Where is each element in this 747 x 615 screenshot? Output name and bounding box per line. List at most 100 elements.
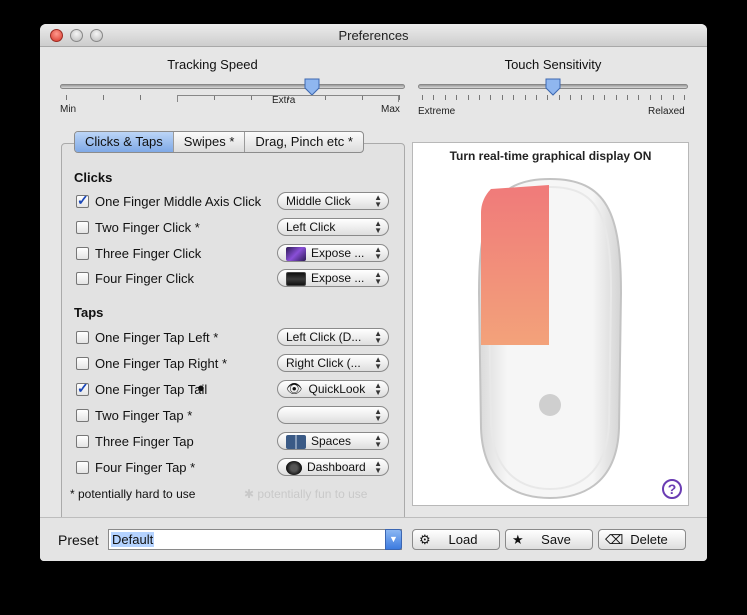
popup-three-finger-click[interactable]: Expose ... ▲ ▼ bbox=[277, 244, 389, 262]
checkbox-one-finger-middle-click[interactable] bbox=[76, 192, 89, 209]
popup-one-finger-tap-left[interactable]: Left Click (D... ▲ ▼ bbox=[277, 328, 389, 346]
spaces-icon bbox=[286, 434, 306, 449]
preset-combobox[interactable]: Default ▼ bbox=[108, 529, 402, 550]
row-label: Two Finger Click * bbox=[95, 219, 200, 235]
eye-icon: 👁 bbox=[286, 381, 303, 396]
checkbox-two-finger-click[interactable] bbox=[76, 220, 89, 234]
expose-desktop-icon bbox=[286, 271, 306, 286]
slider-tick bbox=[581, 95, 583, 100]
row-label: One Finger Tap Tail bbox=[95, 381, 208, 397]
slider-tick bbox=[524, 95, 526, 100]
row-label: One Finger Tap Right * bbox=[95, 355, 227, 371]
popup-four-finger-tap[interactable]: Dashboard ▲ ▼ bbox=[277, 458, 389, 476]
delete-button[interactable]: ⌫ Delete bbox=[598, 529, 686, 550]
checkbox-three-finger-click[interactable] bbox=[76, 246, 89, 260]
row-label: Four Finger Tap * bbox=[95, 459, 196, 475]
popup-four-finger-click[interactable]: Expose ... ▲ ▼ bbox=[277, 269, 389, 287]
tap-row-one-finger-right: One Finger Tap Right * bbox=[76, 354, 227, 372]
updown-arrows-icon: ▲ ▼ bbox=[374, 381, 382, 397]
tab-drag-pinch[interactable]: Drag, Pinch etc * bbox=[245, 132, 363, 152]
tracking-speed-slider[interactable] bbox=[60, 84, 405, 89]
checkbox-four-finger-tap[interactable] bbox=[76, 460, 89, 474]
bottom-bar: Preset Default ▼ ⚙ Load ★ Save ⌫ Delete bbox=[40, 517, 707, 561]
touch-sensitivity-knob[interactable] bbox=[545, 78, 561, 96]
row-label: Three Finger Tap bbox=[95, 433, 194, 449]
popup-value: Middle Click bbox=[286, 194, 351, 208]
slider-tick bbox=[661, 95, 663, 100]
slider-tick bbox=[649, 95, 651, 100]
slider-tick bbox=[66, 95, 67, 100]
window-title: Preferences bbox=[338, 28, 409, 43]
touch-sensitivity-ticks bbox=[422, 95, 685, 101]
slider-tick bbox=[638, 95, 640, 100]
save-button[interactable]: ★ Save bbox=[505, 529, 593, 550]
slider-tick bbox=[478, 95, 480, 100]
realtime-display-toggle[interactable]: Turn real-time graphical display ON bbox=[413, 149, 688, 163]
popup-value: Dashboard bbox=[307, 460, 366, 474]
touch-extreme-label: Extreme bbox=[418, 106, 456, 117]
footnote-fun-to-use: ✱ potentially fun to use bbox=[244, 487, 367, 501]
updown-arrows-icon: ▲ ▼ bbox=[374, 193, 382, 209]
updown-arrows-icon: ▲ ▼ bbox=[374, 355, 382, 371]
load-label: Load bbox=[448, 532, 478, 547]
load-button[interactable]: ⚙ Load bbox=[412, 529, 500, 550]
clicks-section-title: Clicks bbox=[74, 170, 113, 185]
tracking-max-label: Max bbox=[381, 104, 400, 115]
tracking-min-label: Min bbox=[60, 104, 77, 115]
slider-tick bbox=[467, 95, 469, 100]
title-bar[interactable]: Preferences bbox=[40, 24, 707, 47]
updown-arrows-icon: ▲ ▼ bbox=[374, 219, 382, 235]
updown-arrows-icon: ▲ ▼ bbox=[374, 270, 382, 286]
touch-relaxed-label: Relaxed bbox=[648, 106, 685, 117]
popup-two-finger-click[interactable]: Left Click ▲ ▼ bbox=[277, 218, 389, 236]
slider-tick bbox=[592, 95, 594, 100]
preset-value[interactable]: Default bbox=[111, 532, 155, 547]
fun-star-icon: ✱ bbox=[244, 487, 258, 501]
popup-one-finger-tap-right[interactable]: Right Click (... ▲ ▼ bbox=[277, 354, 389, 372]
row-label: One Finger Middle Axis Click bbox=[95, 193, 262, 209]
tap-row-one-finger-left: One Finger Tap Left * bbox=[76, 328, 218, 346]
slider-tick bbox=[535, 95, 537, 100]
popup-value: Left Click bbox=[286, 220, 336, 234]
slider-tick bbox=[103, 95, 104, 100]
slider-tick bbox=[140, 95, 141, 100]
tracking-speed-knob[interactable] bbox=[304, 78, 320, 96]
save-label: Save bbox=[541, 532, 571, 547]
click-row-two-finger: Two Finger Click * bbox=[76, 218, 200, 236]
checkbox-three-finger-tap[interactable] bbox=[76, 434, 89, 448]
popup-value: Expose ... bbox=[311, 246, 365, 260]
slider-tick bbox=[513, 95, 515, 100]
expose-icon bbox=[286, 246, 306, 261]
tap-row-three-finger: Three Finger Tap bbox=[76, 432, 194, 450]
dashboard-icon bbox=[286, 460, 302, 475]
magic-mouse-image bbox=[477, 177, 623, 500]
checkbox-one-finger-tap-right[interactable] bbox=[76, 356, 89, 370]
taps-section-title: Taps bbox=[74, 305, 104, 320]
slider-tick bbox=[422, 95, 423, 100]
popup-one-finger-tap-tail[interactable]: 👁 QuickLook ▲ ▼ bbox=[277, 380, 389, 398]
checkbox-four-finger-click[interactable] bbox=[76, 271, 89, 285]
popup-value: Right Click (... bbox=[286, 356, 361, 370]
checkbox-two-finger-tap[interactable] bbox=[76, 408, 89, 422]
popup-one-finger-middle-click[interactable]: Middle Click ▲ ▼ bbox=[277, 192, 389, 210]
slider-tick bbox=[433, 95, 435, 100]
checkbox-one-finger-tap-left[interactable] bbox=[76, 330, 89, 344]
popup-value: QuickLook bbox=[308, 382, 366, 396]
popup-two-finger-tap[interactable]: ▲ ▼ bbox=[277, 406, 389, 424]
slider-tick bbox=[456, 95, 458, 100]
slider-tick bbox=[604, 95, 606, 100]
updown-arrows-icon: ▲ ▼ bbox=[374, 329, 382, 345]
checkbox-one-finger-tap-tail[interactable] bbox=[76, 380, 89, 397]
chevron-down-icon[interactable]: ▼ bbox=[385, 529, 402, 550]
popup-three-finger-tap[interactable]: Spaces ▲ ▼ bbox=[277, 432, 389, 450]
tab-swipes[interactable]: Swipes * bbox=[174, 132, 246, 152]
preset-label: Preset bbox=[58, 532, 99, 548]
updown-arrows-icon: ▲ ▼ bbox=[374, 245, 382, 261]
slider-tick bbox=[399, 95, 400, 100]
tab-bar: Clicks & Taps Swipes * Drag, Pinch etc * bbox=[74, 131, 364, 153]
help-button[interactable]: ? bbox=[662, 479, 682, 499]
slider-tick bbox=[444, 95, 446, 100]
tap-row-two-finger: Two Finger Tap * bbox=[76, 406, 192, 424]
slider-tick bbox=[684, 95, 685, 100]
tab-clicks-taps[interactable]: Clicks & Taps bbox=[75, 132, 174, 152]
